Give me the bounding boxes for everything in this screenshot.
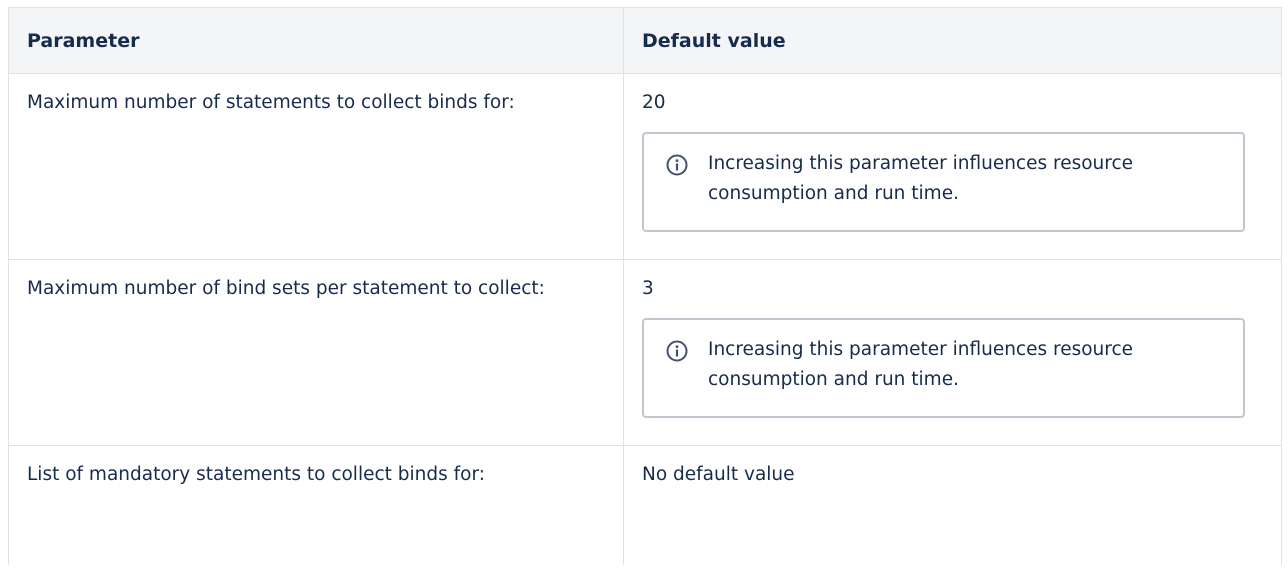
- default-value-cell: 20 Increasing this parameter influences …: [624, 74, 1281, 259]
- parameter-cell: Maximum number of bind sets per statemen…: [9, 260, 624, 445]
- header-default-value: Default value: [642, 29, 786, 52]
- parameter-cell: Maximum number of statements to collect …: [9, 74, 624, 259]
- default-value: No default value: [642, 464, 795, 485]
- info-panel: Increasing this parameter influences res…: [642, 132, 1245, 232]
- info-panel-text: Increasing this parameter influences res…: [708, 153, 1134, 204]
- table-row: List of mandatory statements to collect …: [9, 445, 1281, 565]
- info-icon: [666, 154, 688, 176]
- table-row: Maximum number of statements to collect …: [9, 73, 1281, 259]
- info-panel: Increasing this parameter influences res…: [642, 318, 1245, 418]
- default-value: 20: [642, 92, 666, 113]
- table-header-row: Parameter Default value: [9, 7, 1281, 73]
- default-value-cell: 3 Increasing this parameter influences r…: [624, 260, 1281, 445]
- header-parameter: Parameter: [9, 8, 624, 73]
- default-value-cell: No default value: [624, 446, 1281, 565]
- info-panel-text: Increasing this parameter influences res…: [708, 339, 1134, 390]
- info-icon: [666, 340, 688, 362]
- default-value: 3: [642, 278, 654, 299]
- parameter-cell: List of mandatory statements to collect …: [9, 446, 624, 565]
- parameters-table: Parameter Default value Maximum number o…: [8, 7, 1282, 565]
- table-row: Maximum number of bind sets per statemen…: [9, 259, 1281, 445]
